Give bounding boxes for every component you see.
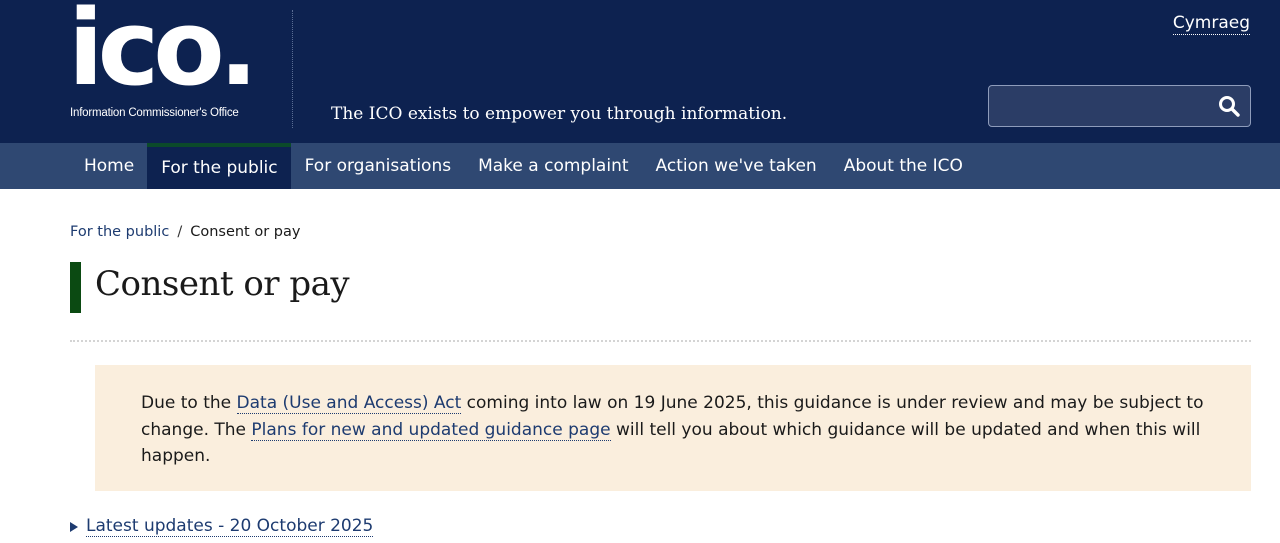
page-title: Consent or pay [95,264,350,304]
latest-updates-toggle[interactable]: Latest updates - 20 October 2025 [70,516,374,537]
title-divider [70,340,1251,342]
breadcrumb-current: Consent or pay [190,224,301,240]
plans-guidance-page-link[interactable]: Plans for new and updated guidance page [251,419,611,441]
search-box [988,85,1251,127]
nav-item-for-the-public[interactable]: For the public [147,143,291,189]
title-accent-bar [70,262,81,313]
site-header: ico. Information Commissioner's Office T… [0,0,1280,143]
breadcrumb-separator: / [177,224,183,240]
search-icon [1219,96,1240,117]
breadcrumb-link-for-the-public[interactable]: For the public [70,224,169,240]
header-divider [292,10,293,128]
nav-item-for-organisations[interactable]: For organisations [291,143,464,189]
notice-text-part-1: Due to the [141,393,237,413]
notice-text: Due to the Data (Use and Access) Act com… [141,390,1221,470]
site-tagline: The ICO exists to empower you through in… [331,104,788,124]
main-nav: Home For the public For organisations Ma… [0,143,1280,189]
data-use-access-act-link[interactable]: Data (Use and Access) Act [236,393,462,414]
nav-item-action-taken[interactable]: Action we've taken [642,143,830,189]
logo-wordmark: ico. [68,0,258,109]
main-nav-list: Home For the public For organisations Ma… [70,143,976,189]
nav-item-about-the-ico[interactable]: About the ICO [830,143,976,189]
nav-item-home[interactable]: Home [70,143,147,189]
guidance-review-notice: Due to the Data (Use and Access) Act com… [95,365,1251,491]
search-button[interactable] [1216,93,1242,119]
triangle-right-icon [70,521,78,532]
language-toggle-link[interactable]: Cymraeg [1172,13,1250,35]
nav-item-make-a-complaint[interactable]: Make a complaint [464,143,641,189]
logo-subtitle: Information Commissioner's Office [70,107,239,119]
latest-updates-label: Latest updates - 20 October 2025 [86,516,374,537]
ico-logo[interactable]: ico. Information Commissioner's Office [68,0,258,124]
breadcrumb: For the public / Consent or pay [70,224,300,240]
search-input[interactable] [989,86,1204,126]
